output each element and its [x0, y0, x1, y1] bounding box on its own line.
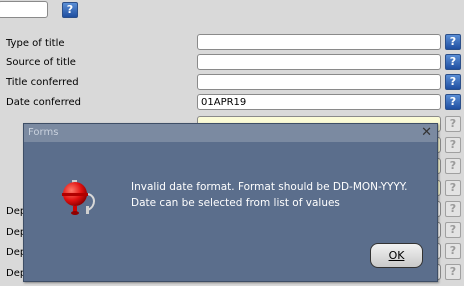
close-icon[interactable]: ✕ [421, 125, 432, 140]
top-help-button[interactable]: ? [62, 2, 78, 18]
date-conferred-label: Date conferred [6, 97, 82, 108]
dialog-title: Forms [28, 127, 59, 138]
top-field[interactable] [0, 1, 48, 18]
title-conferred-field[interactable] [197, 74, 441, 90]
alarm-bell-icon [62, 180, 95, 215]
lov-button-5: ? [445, 116, 461, 132]
lov-button-12: ? [445, 264, 461, 280]
forms-error-dialog: Forms ✕ Invalid date format. Format shou… [23, 123, 438, 282]
lov-button-6: ? [445, 137, 461, 153]
dialog-message-line-1: Invalid date format. Format should be DD… [131, 181, 408, 193]
dialog-message-line-2: Date can be selected from list of values [131, 197, 340, 209]
source-of-title-lov-button[interactable]: ? [445, 54, 461, 70]
dialog-titlebar[interactable]: Forms ✕ [24, 124, 437, 142]
ok-button[interactable]: OK [370, 243, 423, 268]
date-conferred-field[interactable]: 01APR19 [197, 94, 441, 110]
lov-button-10: ? [445, 222, 461, 238]
type-of-title-lov-button[interactable]: ? [445, 34, 461, 50]
source-of-title-label: Source of title [6, 57, 76, 68]
title-conferred-label: Title conferred [6, 77, 79, 88]
date-conferred-lov-button[interactable]: ? [445, 94, 461, 110]
type-of-title-label: Type of title [6, 38, 65, 49]
dialog-message: Invalid date format. Format should be DD… [131, 179, 407, 211]
lov-button-7: ? [445, 158, 461, 174]
type-of-title-field[interactable] [197, 34, 441, 50]
lov-button-8: ? [445, 180, 461, 196]
title-conferred-lov-button[interactable]: ? [445, 74, 461, 90]
source-of-title-field[interactable] [197, 54, 441, 70]
lov-button-9: ? [445, 201, 461, 217]
ok-button-label: OK [388, 249, 405, 262]
lov-button-11: ? [445, 243, 461, 259]
